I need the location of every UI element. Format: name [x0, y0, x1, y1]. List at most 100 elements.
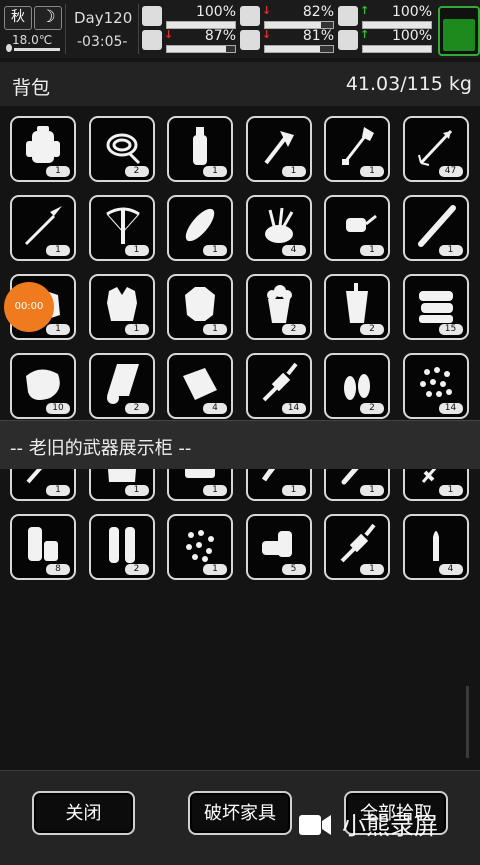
- inventory-slot[interactable]: 4: [167, 353, 233, 419]
- inventory-slot[interactable]: 1: [324, 195, 390, 261]
- inventory-slot[interactable]: 2: [324, 353, 390, 419]
- item-quantity: 2: [281, 324, 306, 335]
- baseball-bat-icon: [417, 205, 456, 247]
- item-quantity: 1: [360, 245, 384, 256]
- container-slot[interactable]: 1: [10, 469, 76, 501]
- container-scrollbar[interactable]: [466, 686, 469, 758]
- inventory-grid: 1 2 1 1 1 47 1 1 1 4 1 1 1 1 1 2 2 15 10 2 4 14 2 14: [0, 106, 480, 420]
- container-slot[interactable]: 2: [88, 514, 155, 580]
- health-percent: 100%: [195, 4, 236, 20]
- item-quantity: 1: [360, 564, 384, 575]
- day-counter: Day120: [74, 9, 133, 27]
- inventory-slot[interactable]: 1: [324, 116, 390, 182]
- container-slot[interactable]: 4: [402, 514, 469, 580]
- inventory-slot[interactable]: 1: [88, 274, 155, 340]
- container-slot[interactable]: 1: [88, 469, 155, 501]
- inventory-slot[interactable]: 14: [245, 353, 312, 419]
- item-quantity: 47: [438, 166, 463, 177]
- water-bottle-icon: [193, 127, 207, 165]
- spear-icon: [24, 206, 62, 246]
- energy-percent: 100%: [391, 4, 432, 20]
- battery-cells-icon: [28, 527, 58, 561]
- container-slot[interactable]: 1: [402, 469, 469, 501]
- inventory-slot[interactable]: 1: [167, 116, 233, 182]
- inventory-slot[interactable]: 1: [245, 116, 312, 182]
- heart-icon: [338, 30, 358, 50]
- temperature: 18.0℃: [12, 33, 53, 47]
- shot-pellets-icon: [186, 530, 214, 562]
- record-timer-bubble[interactable]: 00:00: [4, 282, 54, 332]
- raw-meat-icon: [26, 369, 60, 400]
- item-quantity: 2: [124, 564, 149, 575]
- item-quantity: 1: [46, 485, 70, 496]
- item-quantity: 1: [46, 245, 70, 256]
- thirst-percent: 81%: [302, 28, 334, 44]
- inventory-slot[interactable]: 14: [402, 353, 469, 419]
- inventory-slot[interactable]: 1: [167, 274, 233, 340]
- inventory-slot[interactable]: 2: [245, 274, 312, 340]
- inventory-slot[interactable]: 4: [245, 195, 312, 261]
- container-slot[interactable]: 1: [324, 514, 390, 580]
- medkit-icon: [142, 6, 162, 26]
- season-badge: 秋: [4, 6, 32, 30]
- container-grid: 1 1 1 1 1 1 8 2 1 5 1 4: [0, 469, 480, 769]
- inventory-slot[interactable]: 1: [167, 195, 233, 261]
- leather-sheet-icon: [183, 368, 217, 400]
- cloth-pile-icon: [418, 291, 453, 323]
- item-quantity: 1: [203, 245, 227, 256]
- item-quantity: 1: [203, 166, 227, 177]
- ammo-shells-icon: [108, 527, 135, 563]
- item-quantity: 1: [281, 166, 306, 177]
- item-quantity: 4: [438, 564, 463, 575]
- close-button[interactable]: 关闭: [32, 791, 135, 835]
- item-quantity: 1: [203, 564, 227, 575]
- inventory-slot[interactable]: 2: [88, 116, 155, 182]
- battery-level-icon: [338, 6, 358, 26]
- inventory-slot[interactable]: 15: [402, 274, 469, 340]
- herbs-icon: [264, 207, 293, 243]
- inventory-slot[interactable]: 10: [10, 353, 76, 419]
- inventory-slot[interactable]: 2: [324, 274, 390, 340]
- leather-jacket-icon: [185, 287, 215, 321]
- stamina-percent: 87%: [204, 28, 236, 44]
- container-slot[interactable]: 1: [324, 469, 390, 501]
- clock: -03:05-: [77, 34, 128, 50]
- container-slot[interactable]: 8: [10, 514, 76, 580]
- inventory-slot[interactable]: 1: [402, 195, 469, 261]
- mood-bar: [362, 45, 432, 53]
- popcorn-icon: [266, 285, 292, 323]
- armor-vest-icon: [106, 287, 137, 321]
- inventory-slot[interactable]: 2: [88, 353, 155, 419]
- item-quantity: 1: [438, 245, 463, 256]
- temperature-bar: [14, 48, 60, 51]
- item-quantity: 2: [124, 166, 149, 177]
- camera-icon: [299, 815, 331, 835]
- item-quantity: 2: [124, 403, 149, 414]
- item-quantity: 5: [281, 564, 306, 575]
- item-quantity: 1: [360, 485, 384, 496]
- container-header: -- 老旧的武器展示柜 --: [0, 420, 480, 470]
- item-quantity: 4: [281, 245, 306, 256]
- destroy-furniture-button[interactable]: 破坏家具: [188, 791, 292, 835]
- mood-percent: 100%: [391, 28, 432, 44]
- inventory-slot[interactable]: 1: [10, 116, 76, 182]
- thermometer-icon: [6, 44, 12, 52]
- container-title: -- 老旧的武器展示柜 --: [10, 438, 192, 459]
- container-slot[interactable]: 1: [167, 469, 233, 501]
- item-quantity: 1: [281, 485, 306, 496]
- inventory-slot[interactable]: 1: [10, 195, 76, 261]
- inventory-weight: 41.03/115 kg: [345, 73, 472, 95]
- item-quantity: 15: [438, 324, 463, 335]
- container-slot[interactable]: 1: [167, 514, 233, 580]
- moon-icon: ☽: [34, 6, 62, 30]
- backpack-icon: [26, 126, 60, 163]
- paper-roll-icon: [106, 364, 139, 404]
- item-quantity: 1: [124, 245, 149, 256]
- inventory-slot[interactable]: 1: [88, 195, 155, 261]
- inventory-slot[interactable]: 47: [402, 116, 469, 182]
- hatchet-icon: [263, 131, 294, 165]
- shotgun-shells-icon: [261, 531, 292, 557]
- item-quantity: 14: [281, 403, 306, 414]
- container-slot[interactable]: 1: [245, 469, 312, 501]
- container-slot[interactable]: 5: [245, 514, 312, 580]
